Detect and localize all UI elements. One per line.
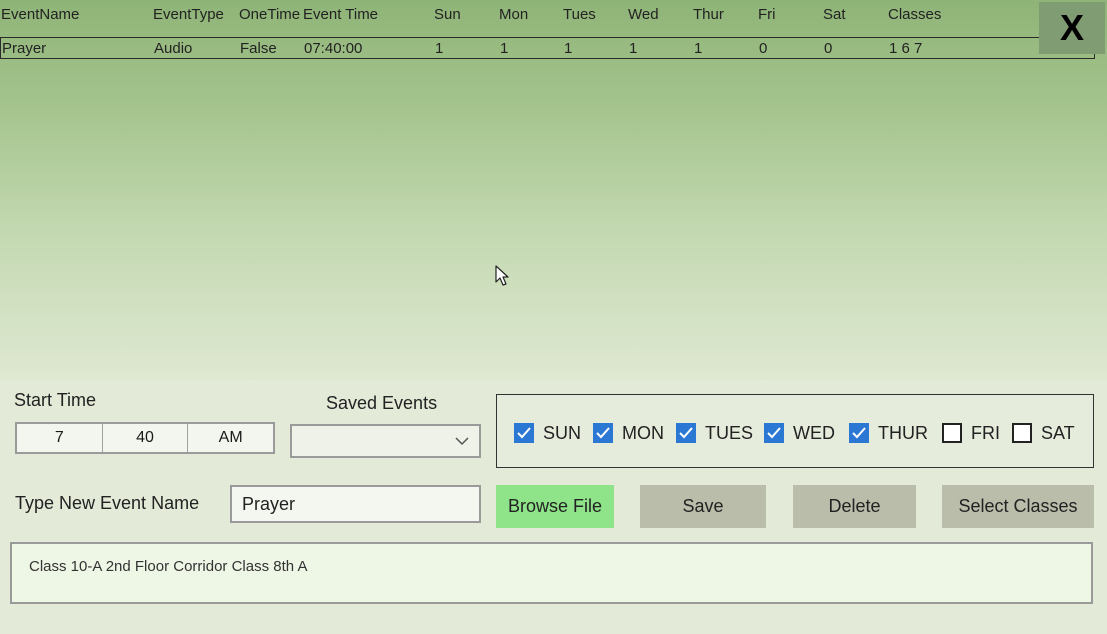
check-icon[interactable] (849, 423, 869, 443)
row-cell-onetime: False (240, 40, 277, 57)
row-cell-classes: 1 6 7 (889, 40, 923, 57)
check-icon[interactable] (593, 423, 613, 443)
column-header-eventtime[interactable]: Event Time (303, 4, 378, 26)
checkbox-empty-icon[interactable] (1012, 423, 1032, 443)
selected-classes-box: Class 10-A 2nd Floor Corridor Class 8th … (10, 542, 1093, 604)
day-label-tues: TUES (705, 422, 754, 443)
day-label-thur: THUR (878, 422, 928, 443)
events-grid[interactable]: EventName EventType OneTime Event Time S… (0, 0, 1107, 380)
day-checkbox-fri[interactable]: FRI (942, 422, 1000, 444)
day-label-sun: SUN (543, 422, 582, 443)
column-header-sat[interactable]: Sat (823, 4, 846, 26)
event-name-input[interactable] (230, 485, 481, 523)
row-cell-sat: 0 (824, 40, 833, 57)
start-time-picker[interactable]: 7 40 AM (15, 422, 275, 454)
check-icon[interactable] (676, 423, 696, 443)
mouse-pointer-icon (495, 265, 509, 286)
column-header-fri[interactable]: Fri (758, 4, 776, 26)
row-cell-thur: 1 (694, 40, 703, 57)
column-header-onetime[interactable]: OneTime (239, 4, 300, 26)
row-cell-eventtime: 07:40:00 (304, 40, 363, 57)
check-icon[interactable] (514, 423, 534, 443)
saved-events-dropdown[interactable] (290, 424, 481, 458)
column-header-eventname[interactable]: EventName (1, 4, 79, 26)
row-cell-mon: 1 (500, 40, 509, 57)
day-label-wed: WED (793, 422, 835, 443)
column-header-tues[interactable]: Tues (563, 4, 596, 26)
hour-field[interactable]: 7 (17, 424, 103, 452)
column-header-mon[interactable]: Mon (499, 4, 528, 26)
event-name-label: Type New Event Name (15, 493, 200, 513)
save-button[interactable]: Save (640, 485, 766, 528)
day-checkbox-wed[interactable]: WED (764, 422, 835, 444)
check-icon[interactable] (764, 423, 784, 443)
column-header-wed[interactable]: Wed (628, 4, 659, 26)
table-row[interactable]: Prayer Audio False 07:40:00 1 1 1 1 1 0 … (0, 37, 1095, 59)
row-cell-eventname: Prayer (2, 40, 47, 57)
day-checkbox-sat[interactable]: SAT (1012, 422, 1075, 444)
day-checkbox-thur[interactable]: THUR (849, 422, 928, 444)
chevron-down-icon (455, 437, 469, 446)
day-checkbox-tues[interactable]: TUES (676, 422, 753, 444)
column-header-classes[interactable]: Classes (888, 4, 941, 26)
browse-file-button[interactable]: Browse File (496, 485, 614, 528)
column-header-eventtype[interactable]: EventType (153, 4, 224, 26)
day-label-mon: MON (622, 422, 664, 443)
day-label-sat: SAT (1041, 422, 1075, 443)
row-cell-wed: 1 (629, 40, 638, 57)
grid-header: EventName EventType OneTime Event Time S… (0, 4, 1095, 26)
checkbox-empty-icon[interactable] (942, 423, 962, 443)
day-checkbox-mon[interactable]: MON (593, 422, 664, 444)
delete-button[interactable]: Delete (793, 485, 916, 528)
select-classes-button[interactable]: Select Classes (942, 485, 1094, 528)
column-header-thur[interactable]: Thur (693, 4, 724, 26)
selected-classes-text: Class 10-A 2nd Floor Corridor Class 8th … (29, 558, 308, 575)
day-label-fri: FRI (971, 422, 1000, 443)
row-cell-tues: 1 (564, 40, 573, 57)
days-panel: SUN MON TUES WED THUR FRI SAT (496, 394, 1094, 468)
period-field[interactable]: AM (188, 424, 273, 452)
close-button[interactable]: X (1039, 2, 1105, 54)
saved-events-label: Saved Events (326, 393, 438, 413)
row-cell-eventtype: Audio (154, 40, 193, 57)
row-cell-sun: 1 (435, 40, 444, 57)
minute-field[interactable]: 40 (103, 424, 189, 452)
close-icon: X (1059, 7, 1084, 48)
column-header-sun[interactable]: Sun (434, 4, 461, 26)
start-time-label: Start Time (14, 390, 97, 410)
row-cell-fri: 0 (759, 40, 768, 57)
day-checkbox-sun[interactable]: SUN (514, 422, 581, 444)
